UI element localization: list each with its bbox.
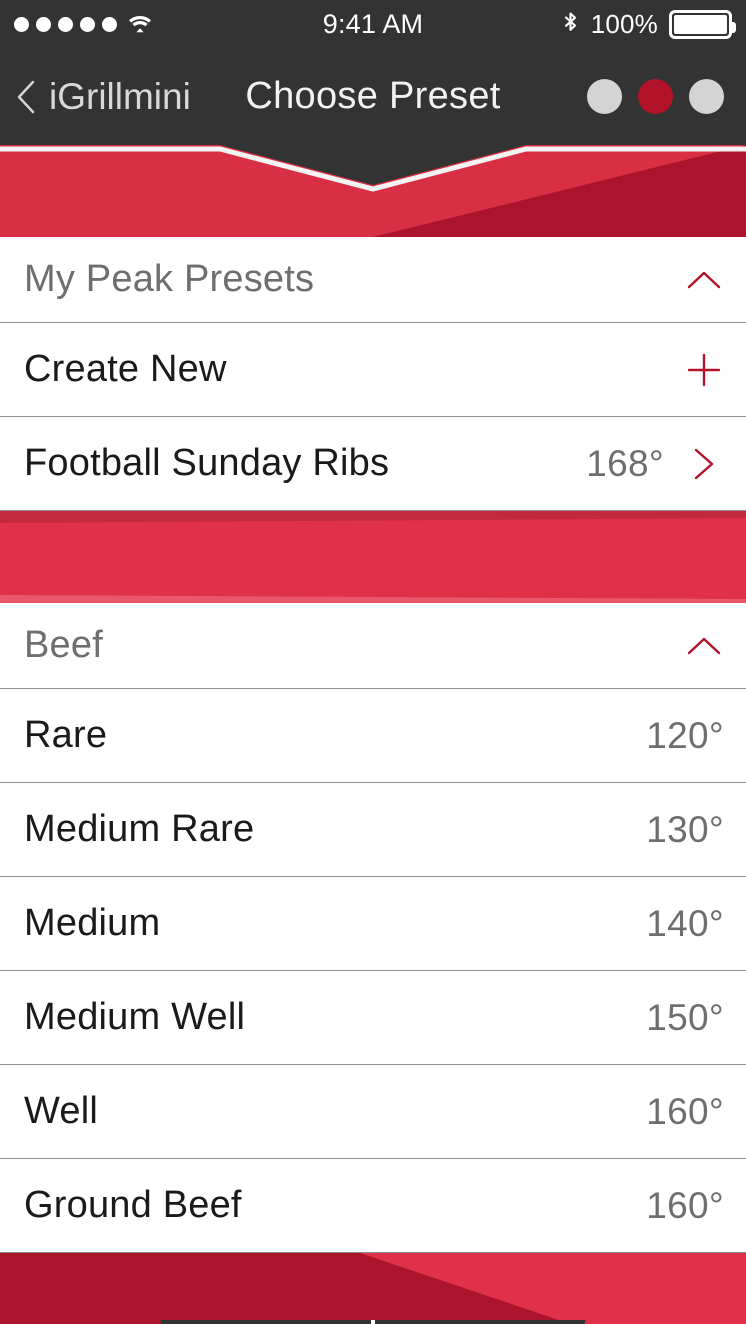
list-item-label: Medium Rare (24, 808, 255, 850)
section-divider-graphic (0, 511, 746, 603)
beef-preset-list: Beef Rare 120° Medium Rare 130° Medium 1… (0, 603, 746, 1253)
tab-bar: Peak Range (0, 1253, 746, 1324)
chevron-up-icon[interactable] (684, 626, 724, 666)
list-item-label: Create New (24, 348, 227, 390)
list-item-value: 160° (646, 1090, 724, 1132)
list-item-value: 130° (646, 808, 724, 850)
list-item-label: Ground Beef (24, 1184, 242, 1226)
plus-icon[interactable] (684, 350, 724, 390)
app-screen: 9:41 AM 100% iGrillmini Choose Preset My… (0, 0, 746, 1324)
list-item-label: Medium Well (24, 996, 246, 1038)
list-item-well[interactable]: Well 160° (0, 1065, 746, 1159)
battery-percent-label: 100% (590, 8, 658, 39)
banner-graphic (0, 145, 746, 237)
section-header-beef[interactable]: Beef (0, 603, 746, 689)
section-divider-banner (0, 511, 746, 603)
probe-dot-2[interactable] (638, 79, 673, 114)
bottom-bar: Peak Range (0, 1253, 746, 1324)
tab-bar-shape (160, 1320, 586, 1324)
list-item-football-sunday-ribs[interactable]: Football Sunday Ribs 168° (0, 417, 746, 511)
bluetooth-icon (561, 11, 580, 38)
list-item-label: Rare (24, 714, 108, 756)
probe-indicator-group (587, 79, 724, 114)
chevron-right-icon[interactable] (684, 444, 724, 484)
tab-range[interactable]: Range (373, 1320, 746, 1324)
status-bar: 9:41 AM 100% (0, 0, 746, 48)
list-item-label: Medium (24, 902, 161, 944)
probe-dot-3[interactable] (689, 79, 724, 114)
list-item-medium-rare[interactable]: Medium Rare 130° (0, 783, 746, 877)
list-item-value: 150° (646, 996, 724, 1038)
list-item-ground-beef[interactable]: Ground Beef 160° (0, 1159, 746, 1253)
preset-list: My Peak Presets Create New Football Sund… (0, 237, 746, 511)
section-header-label: My Peak Presets (24, 258, 315, 300)
chevron-up-icon[interactable] (684, 260, 724, 300)
list-item-value: 160° (646, 1184, 724, 1226)
list-item-value: 168° (586, 442, 664, 484)
list-item-value: 140° (646, 902, 724, 944)
probe-dot-1[interactable] (587, 79, 622, 114)
battery-icon (669, 9, 736, 39)
list-item-label: Well (24, 1090, 98, 1132)
list-item-create-new[interactable]: Create New (0, 323, 746, 417)
status-bar-right: 100% (561, 0, 736, 48)
list-item-label: Football Sunday Ribs (24, 442, 390, 484)
list-item-medium[interactable]: Medium 140° (0, 877, 746, 971)
section-header-label: Beef (24, 624, 103, 666)
tab-peak[interactable]: Peak (0, 1320, 373, 1324)
list-item-rare[interactable]: Rare 120° (0, 689, 746, 783)
navigation-bar: iGrillmini Choose Preset (0, 48, 746, 145)
list-item-medium-well[interactable]: Medium Well 150° (0, 971, 746, 1065)
section-header-my-peak-presets[interactable]: My Peak Presets (0, 237, 746, 323)
top-banner (0, 145, 746, 237)
list-item-value: 120° (646, 714, 724, 756)
